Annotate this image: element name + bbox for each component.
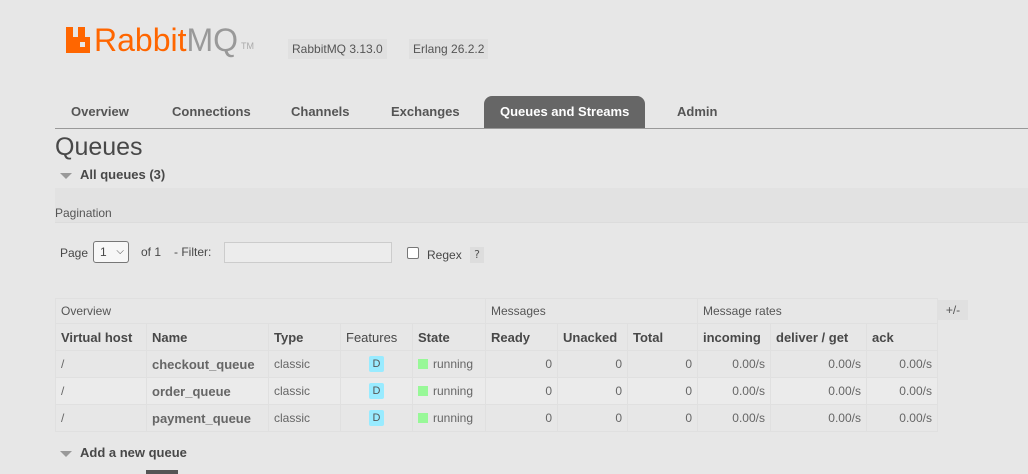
all-queues-label: All queues (3) [80, 167, 166, 182]
ack-cell: 0.00/s [866, 350, 938, 378]
table-row: / payment_queue classic D running 0 0 0 … [55, 404, 938, 432]
total-cell: 0 [627, 404, 698, 432]
regex-label: Regex [427, 248, 462, 262]
regex-help-button[interactable]: ? [470, 247, 484, 263]
unacked-cell: 0 [557, 377, 628, 405]
rabbitmq-logo-icon [66, 27, 90, 53]
page-count-label: of 1 [141, 245, 162, 259]
type-cell: classic [268, 350, 341, 378]
table-row: / order_queue classic D running 0 0 0 0.… [55, 377, 938, 405]
queue-name-link[interactable]: checkout_queue [146, 350, 269, 378]
vhost-cell: / [55, 404, 147, 432]
features-cell: D [340, 404, 413, 432]
ready-cell: 0 [485, 404, 558, 432]
form-field-edge [146, 470, 178, 474]
col-unacked[interactable]: Unacked [557, 323, 628, 351]
type-cell: classic [268, 377, 341, 405]
incoming-cell: 0.00/s [697, 404, 771, 432]
page-select[interactable]: 1 ⌵ [93, 241, 129, 263]
type-cell: classic [268, 404, 341, 432]
features-cell: D [340, 377, 413, 405]
col-deliver-get[interactable]: deliver / get [770, 323, 867, 351]
vhost-cell: / [55, 377, 147, 405]
group-header-messages: Messages [485, 298, 698, 324]
erlang-version-badge: Erlang 26.2.2 [409, 39, 489, 59]
divider [55, 222, 1028, 223]
features-cell: D [340, 350, 413, 378]
deliver-cell: 0.00/s [770, 377, 867, 405]
ack-cell: 0.00/s [866, 377, 938, 405]
running-status-icon [418, 386, 428, 396]
tab-exchanges[interactable]: Exchanges [375, 96, 476, 128]
page-label: Page [60, 246, 89, 260]
queue-name-link[interactable]: payment_queue [146, 404, 269, 432]
add-queue-toggle[interactable]: Add a new queue [60, 445, 187, 460]
page-title: Queues [55, 133, 143, 161]
col-type[interactable]: Type [268, 323, 341, 351]
version-badge: RabbitMQ 3.13.0 [288, 39, 387, 59]
pagination-label: Pagination [55, 206, 112, 220]
state-cell: running [412, 350, 486, 378]
col-incoming[interactable]: incoming [697, 323, 771, 351]
durable-badge: D [369, 410, 384, 426]
col-ready[interactable]: Ready [485, 323, 558, 351]
rabbitmq-logo[interactable]: RabbitMQ TM [66, 24, 254, 56]
unacked-cell: 0 [557, 404, 628, 432]
pagination-band [55, 188, 1028, 222]
unacked-cell: 0 [557, 350, 628, 378]
col-features: Features [340, 323, 413, 351]
tab-admin[interactable]: Admin [661, 96, 733, 128]
vhost-cell: / [55, 350, 147, 378]
durable-badge: D [369, 383, 384, 399]
tab-overview[interactable]: Overview [55, 96, 145, 128]
tab-channels[interactable]: Channels [275, 96, 366, 128]
logo-trademark: TM [241, 41, 255, 51]
col-ack[interactable]: ack [866, 323, 938, 351]
incoming-cell: 0.00/s [697, 377, 771, 405]
group-header-message-rates: Message rates [697, 298, 938, 324]
regex-checkbox[interactable] [407, 247, 419, 259]
main-nav-tabs: Overview Connections Channels Exchanges … [55, 96, 1028, 129]
running-status-icon [418, 359, 428, 369]
tab-queues-and-streams[interactable]: Queues and Streams [484, 96, 646, 128]
ack-cell: 0.00/s [866, 404, 938, 432]
total-cell: 0 [627, 377, 698, 405]
collapse-triangle-icon [60, 172, 72, 179]
filter-input[interactable] [224, 242, 392, 263]
all-queues-toggle[interactable]: All queues (3) [60, 167, 165, 182]
state-cell: running [412, 377, 486, 405]
ready-cell: 0 [485, 377, 558, 405]
deliver-cell: 0.00/s [770, 404, 867, 432]
deliver-cell: 0.00/s [770, 350, 867, 378]
logo-text: RabbitMQ [94, 22, 239, 58]
add-queue-label: Add a new queue [80, 445, 187, 460]
col-state[interactable]: State [412, 323, 486, 351]
col-name[interactable]: Name [146, 323, 269, 351]
filter-label: - Filter: [174, 245, 212, 259]
column-toggle-button[interactable]: +/- [938, 300, 968, 320]
col-virtual-host[interactable]: Virtual host [55, 323, 147, 351]
queues-table: Overview Messages Message rates Virtual … [55, 298, 938, 432]
table-row: / checkout_queue classic D running 0 0 0… [55, 350, 938, 378]
state-cell: running [412, 404, 486, 432]
group-header-overview: Overview [55, 298, 486, 324]
queue-name-link[interactable]: order_queue [146, 377, 269, 405]
ready-cell: 0 [485, 350, 558, 378]
total-cell: 0 [627, 350, 698, 378]
durable-badge: D [369, 356, 384, 372]
chevron-down-icon: ⌵ [116, 246, 124, 257]
incoming-cell: 0.00/s [697, 350, 771, 378]
running-status-icon [418, 413, 428, 423]
col-total[interactable]: Total [627, 323, 698, 351]
tab-connections[interactable]: Connections [156, 96, 267, 128]
collapse-triangle-icon [60, 450, 72, 457]
